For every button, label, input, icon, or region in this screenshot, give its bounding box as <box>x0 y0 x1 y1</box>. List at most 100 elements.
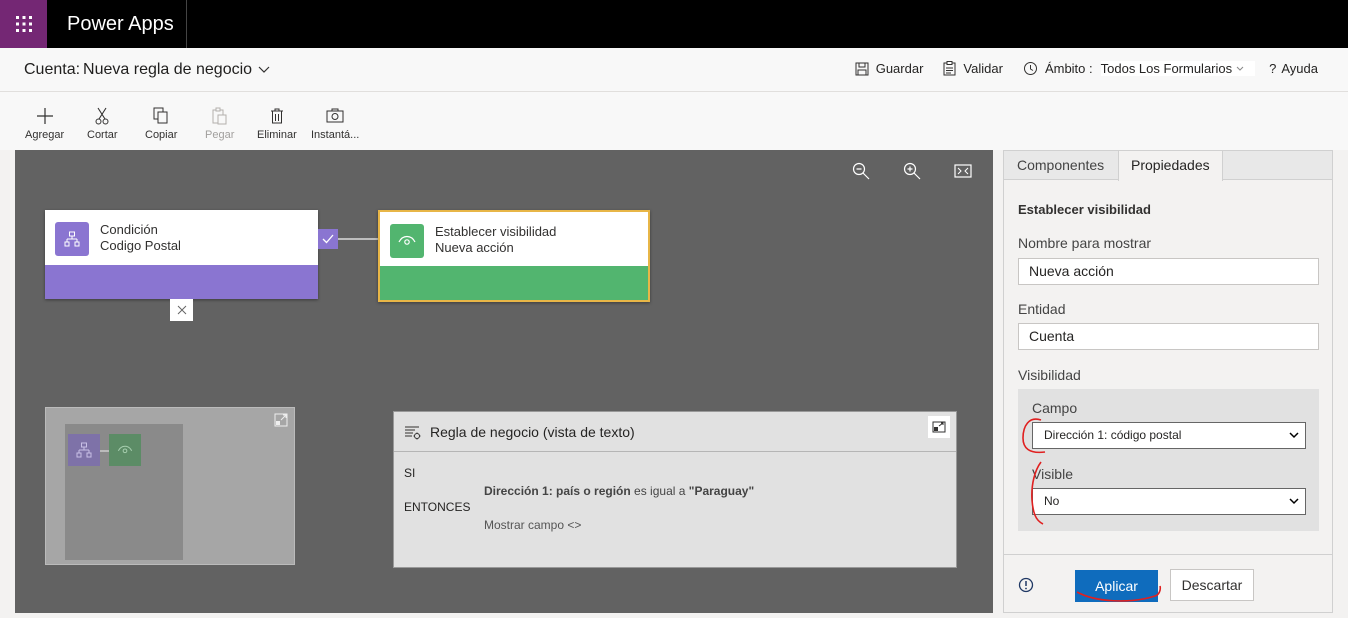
true-branch-check-icon[interactable] <box>318 229 338 249</box>
info-icon[interactable] <box>1018 577 1034 598</box>
page-title[interactable]: Cuenta: Nueva regla de negocio <box>24 61 270 79</box>
field-select[interactable]: Dirección 1: código postal <box>1032 422 1306 449</box>
scope-value: Todos Los Formularios <box>1100 61 1233 76</box>
paste-icon <box>212 107 227 125</box>
copy-button[interactable]: Copiar <box>145 107 177 141</box>
camera-icon <box>326 108 344 123</box>
condition-value: "Paraguay" <box>688 484 755 498</box>
top-actions: Guardar Validar Ámbito : Todos Los Formu… <box>835 61 1318 76</box>
minimap[interactable] <box>45 407 295 565</box>
discard-button[interactable]: Descartar <box>1170 569 1254 601</box>
action-bar <box>380 266 648 300</box>
condition-type: Condición <box>100 222 158 237</box>
app-header: Power Apps <box>0 0 1348 48</box>
copy-icon <box>153 107 168 124</box>
entity-input[interactable]: Cuenta <box>1018 323 1319 350</box>
snapshot-button[interactable]: Instantá... <box>311 107 359 141</box>
condition-node[interactable]: Condición Codigo Postal <box>45 210 318 299</box>
scissors-icon <box>95 107 109 125</box>
if-label: SI <box>404 466 416 480</box>
copy-label: Copiar <box>145 129 178 141</box>
text-view-panel: Regla de negocio (vista de texto) SI Dir… <box>393 411 957 568</box>
delete-button[interactable]: Eliminar <box>257 107 297 141</box>
condition-clause: Dirección 1: país o región es igual a "P… <box>484 484 754 498</box>
add-button[interactable]: Agregar <box>25 107 64 141</box>
help-icon: ? <box>1269 61 1277 76</box>
fit-screen-icon <box>954 164 972 178</box>
minimap-condition-icon <box>68 434 100 466</box>
validate-label: Validar <box>963 61 1003 76</box>
tab-components[interactable]: Componentes <box>1005 151 1116 180</box>
validate-button[interactable]: Validar <box>943 61 1003 76</box>
minimap-eye-icon <box>109 434 141 466</box>
designer-toolbar: Agregar Cortar Copiar Pegar Eliminar Ins… <box>0 92 1348 150</box>
save-button[interactable]: Guardar <box>855 61 924 76</box>
visible-select[interactable]: No <box>1032 488 1306 515</box>
then-label: ENTONCES <box>404 500 471 514</box>
apply-button[interactable]: Aplicar <box>1075 570 1158 602</box>
entity-name: Cuenta: <box>24 61 81 78</box>
paste-button[interactable]: Pegar <box>205 107 234 141</box>
zoom-out-button[interactable] <box>852 162 870 185</box>
condition-name: Codigo Postal <box>100 238 181 253</box>
chevron-down-icon <box>258 66 270 73</box>
visibility-label: Visibilidad <box>1018 367 1081 383</box>
action-name: Nueva acción <box>435 240 514 255</box>
chevron-down-icon <box>1236 66 1244 71</box>
rule-name: Nueva regla de negocio <box>83 61 253 78</box>
scope-selector[interactable]: Ámbito : Todos Los Formularios <box>1023 61 1256 76</box>
entity-label: Entidad <box>1018 301 1066 317</box>
action-node[interactable]: Establecer visibilidad Nueva acción <box>378 210 650 302</box>
app-name[interactable]: Power Apps <box>67 13 174 36</box>
condition-icon <box>55 222 89 256</box>
clock-icon <box>1023 62 1037 75</box>
panel-footer: Aplicar Descartar <box>1004 554 1332 613</box>
save-label: Guardar <box>875 61 924 76</box>
eye-icon <box>390 224 424 258</box>
condition-field: Dirección 1: país o región <box>484 484 631 498</box>
visible-label: Visible <box>1032 466 1073 482</box>
field-select-value: Dirección 1: código postal <box>1044 428 1182 442</box>
zoom-in-icon <box>903 162 921 180</box>
section-title: Establecer visibilidad <box>1018 202 1151 217</box>
text-view-expand-icon[interactable] <box>928 416 950 438</box>
display-name-input[interactable]: Nueva acción <box>1018 258 1319 285</box>
false-branch-close-icon[interactable] <box>170 299 193 321</box>
fit-to-screen-button[interactable] <box>954 164 972 183</box>
chevron-down-icon <box>1289 432 1299 439</box>
snapshot-label: Instantá... <box>311 129 360 141</box>
chevron-down-icon <box>1289 498 1299 505</box>
command-bar: Cuenta: Nueva regla de negocio Guardar V… <box>0 48 1348 92</box>
zoom-in-button[interactable] <box>903 162 921 185</box>
cut-button[interactable]: Cortar <box>87 107 118 141</box>
app-launcher-icon[interactable] <box>0 0 47 48</box>
zoom-out-icon <box>852 162 870 180</box>
help-label: Ayuda <box>1281 61 1318 76</box>
designer-canvas[interactable]: Condición Codigo Postal Establecer visib… <box>15 150 993 613</box>
paste-label: Pegar <box>205 129 235 141</box>
help-button[interactable]: ? Ayuda <box>1269 61 1318 76</box>
action-clause: Mostrar campo <> <box>484 518 582 532</box>
condition-text: Condición Codigo Postal <box>100 222 181 254</box>
plus-icon <box>36 108 53 124</box>
properties-panel: Componentes Propiedades Establecer visib… <box>1003 150 1333 613</box>
visibility-group: Campo Dirección 1: código postal Visible… <box>1018 389 1319 531</box>
connector-line <box>338 238 378 240</box>
minimap-connector <box>100 450 109 452</box>
visible-select-value: No <box>1044 494 1060 508</box>
scope-label: Ámbito : <box>1044 61 1093 76</box>
display-name-label: Nombre para mostrar <box>1018 235 1152 251</box>
text-view-header: Regla de negocio (vista de texto) <box>394 412 956 452</box>
field-label: Campo <box>1032 400 1078 416</box>
text-view-title: Regla de negocio (vista de texto) <box>430 423 635 440</box>
delete-label: Eliminar <box>257 129 297 141</box>
minimap-collapse-icon[interactable] <box>274 413 288 432</box>
tab-properties[interactable]: Propiedades <box>1118 151 1223 181</box>
action-type: Establecer visibilidad <box>435 224 557 239</box>
save-icon <box>855 62 869 75</box>
panel-tabs: Componentes Propiedades <box>1004 151 1332 181</box>
scope-dropdown[interactable]: Todos Los Formularios <box>1100 61 1256 76</box>
condition-operator: es igual a <box>634 484 686 498</box>
add-label: Agregar <box>25 129 65 141</box>
trash-icon <box>270 108 283 124</box>
